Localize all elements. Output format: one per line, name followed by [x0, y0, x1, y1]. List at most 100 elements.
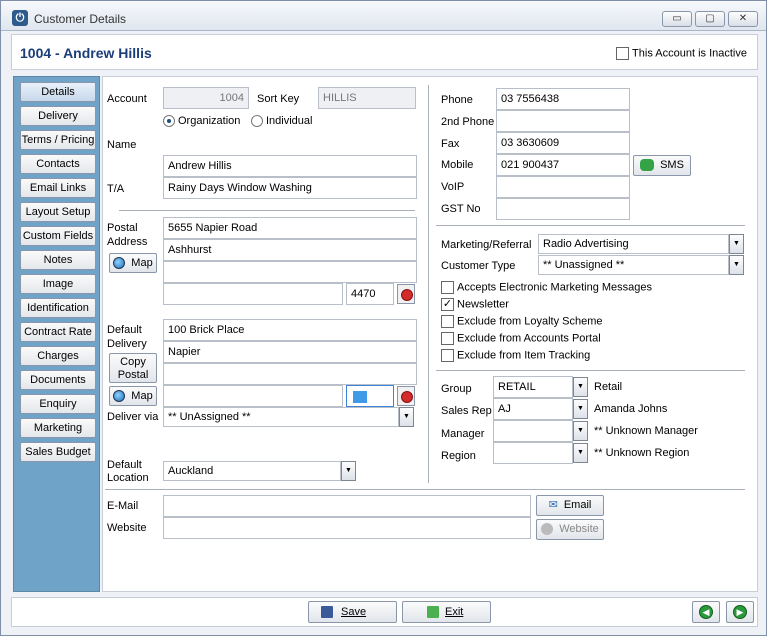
fax-field[interactable]: 03 3630609 — [496, 132, 630, 154]
individual-radio[interactable] — [251, 115, 263, 128]
check-row-loyalty[interactable]: Exclude from Loyalty Scheme — [441, 315, 603, 328]
postal-line3-field[interactable] — [163, 261, 417, 283]
region-arrow-icon[interactable]: ▼ — [573, 443, 588, 463]
phone2-field[interactable] — [496, 110, 630, 132]
copy-label: Copy — [120, 356, 146, 368]
manager-arrow-icon[interactable]: ▼ — [573, 421, 588, 441]
delivery-line2-field[interactable]: Napier — [163, 341, 417, 363]
customer-type-arrow-icon[interactable]: ▼ — [729, 255, 744, 275]
referral-label: Marketing/Referral — [441, 239, 532, 251]
sidebar-item-charges[interactable]: Charges — [20, 346, 96, 366]
sortkey-label: Sort Key — [257, 93, 300, 105]
deliver-via-select[interactable]: ** UnAssigned ** — [163, 407, 399, 427]
deliver-via-arrow-icon[interactable]: ▼ — [399, 407, 414, 427]
next-record-button[interactable]: ▶ — [726, 601, 754, 623]
mobile-label: Mobile — [441, 159, 474, 171]
account-field[interactable]: 1004 — [163, 87, 249, 109]
mobile-field[interactable]: 021 900437 — [496, 154, 630, 176]
previous-record-button[interactable]: ◀ — [692, 601, 720, 623]
referral-select[interactable]: Radio Advertising — [538, 234, 729, 254]
postal-line2-field[interactable]: Ashhurst — [163, 239, 417, 261]
inactive-checkbox-row[interactable]: This Account is Inactive — [616, 47, 747, 60]
emarketing-label: Accepts Electronic Marketing Messages — [457, 281, 653, 294]
location-select[interactable]: Auckland — [163, 461, 341, 481]
sidebar-item-custom-fields[interactable]: Custom Fields — [20, 226, 96, 246]
check-row-portal[interactable]: Exclude from Accounts Portal — [441, 332, 601, 345]
website-field[interactable] — [163, 517, 531, 539]
website-button-label: Website — [559, 523, 599, 535]
sidebar-item-contract-rate[interactable]: Contract Rate — [20, 322, 96, 342]
sidebar-item-image[interactable]: Image — [20, 274, 96, 294]
account-header: 1004 - Andrew Hillis This Account is Ina… — [11, 34, 758, 70]
copy-postal-button[interactable]: Copy Postal — [109, 353, 157, 383]
postal-code-field[interactable]: 4470 — [346, 283, 394, 305]
ta-field[interactable]: Rainy Days Window Washing — [163, 177, 417, 199]
exit-button[interactable]: Exit — [402, 601, 491, 623]
delivery-code-field[interactable] — [346, 385, 394, 407]
check-row-newsletter[interactable]: ✓ Newsletter — [441, 298, 509, 311]
newsletter-checkbox[interactable]: ✓ — [441, 298, 454, 311]
delivery-line3-field[interactable] — [163, 363, 417, 385]
postal-clear-icon[interactable] — [397, 284, 415, 304]
postal-map-button[interactable]: Map — [109, 253, 157, 273]
sidebar-item-documents[interactable]: Documents — [20, 370, 96, 390]
sidebar-item-email-links[interactable]: Email Links — [20, 178, 96, 198]
window-title: Customer Details — [34, 12, 127, 26]
delivery-map-button[interactable]: Map — [109, 386, 157, 406]
sidebar-item-layout-setup[interactable]: Layout Setup — [20, 202, 96, 222]
close-button[interactable]: ✕ — [728, 11, 758, 27]
postal-label-btn: Postal — [117, 369, 149, 381]
sidebar-item-sales-budget[interactable]: Sales Budget — [20, 442, 96, 462]
portal-checkbox[interactable] — [441, 332, 454, 345]
sidebar-item-terms-pricing[interactable]: Terms / Pricing — [20, 130, 96, 150]
email-button[interactable]: ✉ Email — [536, 495, 604, 516]
delivery-line4-field[interactable] — [163, 385, 343, 407]
salesrep-field[interactable]: AJ — [493, 398, 573, 420]
region-field[interactable] — [493, 442, 573, 464]
tracking-checkbox[interactable] — [441, 349, 454, 362]
group-field[interactable]: RETAIL — [493, 376, 573, 398]
group-arrow-icon[interactable]: ▼ — [573, 377, 588, 397]
arrow-right-icon: ▶ — [733, 605, 747, 619]
emarketing-checkbox[interactable] — [441, 281, 454, 294]
delivery-line1-field[interactable]: 100 Brick Place — [163, 319, 417, 341]
sidebar-item-enquiry[interactable]: Enquiry — [20, 394, 96, 414]
sidebar-item-identification[interactable]: Identification — [20, 298, 96, 318]
minimize-button[interactable]: ▭ — [662, 11, 692, 27]
organization-radio-row[interactable]: Organization — [163, 115, 240, 128]
postal-line1-field[interactable]: 5655 Napier Road — [163, 217, 417, 239]
sidebar-item-details[interactable]: Details — [20, 82, 96, 102]
delivery-map-label: Map — [131, 390, 153, 402]
email-field[interactable] — [163, 495, 531, 517]
save-button[interactable]: Save — [308, 601, 397, 623]
salesrep-arrow-icon[interactable]: ▼ — [573, 399, 588, 419]
manager-field[interactable] — [493, 420, 573, 442]
inactive-checkbox[interactable] — [616, 47, 630, 60]
sortkey-field[interactable]: HILLIS — [318, 87, 416, 109]
voip-field[interactable] — [496, 176, 630, 198]
floppy-icon — [321, 606, 333, 618]
sidebar-item-notes[interactable]: Notes — [20, 250, 96, 270]
deliver-via-label: Deliver via — [107, 411, 159, 423]
sidebar-item-delivery[interactable]: Delivery — [20, 106, 96, 126]
website-button[interactable]: Website — [536, 519, 604, 540]
sidebar-item-contacts[interactable]: Contacts — [20, 154, 96, 174]
phone-field[interactable]: 03 7556438 — [496, 88, 630, 110]
customer-type-select[interactable]: ** Unassigned ** — [538, 255, 729, 275]
delivery-clear-icon[interactable] — [397, 386, 415, 406]
loyalty-checkbox[interactable] — [441, 315, 454, 328]
check-row-tracking[interactable]: Exclude from Item Tracking — [441, 349, 590, 362]
gst-field[interactable] — [496, 198, 630, 220]
postal-line4-field[interactable] — [163, 283, 343, 305]
tracking-label: Exclude from Item Tracking — [457, 349, 591, 362]
exit-icon — [427, 606, 439, 618]
sidebar-item-marketing[interactable]: Marketing — [20, 418, 96, 438]
check-row-emarketing[interactable]: Accepts Electronic Marketing Messages — [441, 281, 652, 294]
location-arrow-icon[interactable]: ▼ — [341, 461, 356, 481]
individual-radio-row[interactable]: Individual — [251, 115, 312, 128]
maximize-button[interactable]: ▢ — [695, 11, 725, 27]
sms-button[interactable]: SMS — [633, 155, 691, 176]
name-field[interactable]: Andrew Hillis — [163, 155, 417, 177]
referral-arrow-icon[interactable]: ▼ — [729, 234, 744, 254]
organization-radio[interactable] — [163, 115, 175, 128]
